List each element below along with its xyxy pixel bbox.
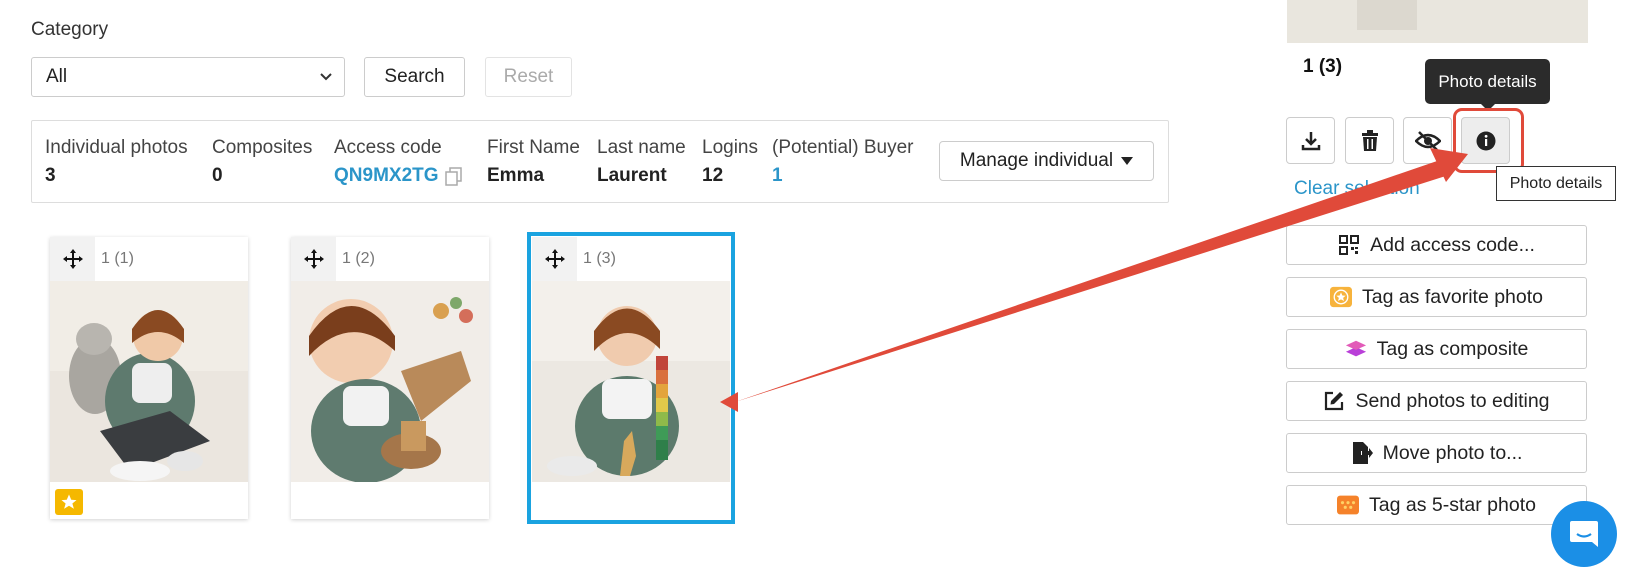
layers-icon xyxy=(1345,338,1367,360)
photo-details-tooltip: Photo details xyxy=(1425,59,1550,111)
move-photo-label: Move photo to... xyxy=(1382,441,1523,464)
individual-photos-stat: Individual photos 3 xyxy=(45,137,188,187)
logins-stat: Logins 12 xyxy=(702,137,758,187)
category-select-value: All xyxy=(46,66,68,87)
photo-thumbnail[interactable] xyxy=(50,281,248,482)
photo-details-native-tooltip: Photo details xyxy=(1496,166,1616,201)
chat-launcher-button[interactable] xyxy=(1551,501,1617,567)
access-code-stat: Access code QN9MX2TG xyxy=(334,137,465,187)
eye-slash-icon xyxy=(1414,130,1441,151)
individual-info-bar: Individual photos 3 Composites 0 Access … xyxy=(31,120,1169,203)
category-label: Category xyxy=(31,19,109,40)
chevron-down-icon xyxy=(320,73,332,81)
tag-five-star-label: Tag as 5-star photo xyxy=(1369,493,1536,516)
selected-photo-position: 1 (3) xyxy=(1303,56,1343,77)
access-code-value: QN9MX2TG xyxy=(334,165,465,187)
composites-stat: Composites 0 xyxy=(212,137,312,187)
favorite-badge-icon xyxy=(55,489,83,515)
tag-composite-label: Tag as composite xyxy=(1376,337,1529,360)
clear-selection-link[interactable]: Clear selection xyxy=(1294,178,1420,200)
reset-button[interactable]: Reset xyxy=(485,57,572,97)
add-access-code-label: Add access code... xyxy=(1370,233,1535,256)
logins-label: Logins xyxy=(702,137,758,158)
move-handle-icon[interactable] xyxy=(532,237,577,281)
chat-icon xyxy=(1570,521,1598,547)
copy-icon[interactable] xyxy=(443,165,465,187)
photo-thumbnail[interactable] xyxy=(532,281,730,482)
manage-individual-dropdown[interactable]: Manage individual xyxy=(939,141,1154,181)
selected-photo-preview xyxy=(1287,0,1588,43)
first-name-stat: First Name Emma xyxy=(487,137,580,187)
caret-down-icon xyxy=(1121,157,1134,165)
last-name-label: Last name xyxy=(597,137,686,158)
trash-icon xyxy=(1361,129,1378,151)
download-button[interactable] xyxy=(1286,117,1335,164)
individual-photos-value: 3 xyxy=(45,165,56,186)
photo-card-selected[interactable]: 1 (3) xyxy=(527,232,735,524)
move-handle-icon[interactable] xyxy=(50,237,95,281)
edit-icon xyxy=(1323,390,1345,412)
category-select[interactable]: All xyxy=(31,57,345,97)
download-icon xyxy=(1301,131,1320,150)
send-to-editing-label: Send photos to editing xyxy=(1355,389,1550,412)
move-photo-button[interactable]: Move photo to... xyxy=(1286,433,1587,473)
tag-favorite-label: Tag as favorite photo xyxy=(1361,285,1544,308)
search-button[interactable]: Search xyxy=(364,57,465,97)
move-file-icon xyxy=(1351,442,1373,464)
first-name-value: Emma xyxy=(487,165,545,186)
logins-value: 12 xyxy=(702,165,724,186)
photo-card[interactable]: 1 (1) xyxy=(50,237,248,519)
five-star-icon xyxy=(1337,494,1360,516)
photo-position: 1 (2) xyxy=(342,250,375,267)
photo-card[interactable]: 1 (2) xyxy=(291,237,489,519)
favorite-star-icon xyxy=(1329,286,1352,308)
manage-individual-label: Manage individual xyxy=(959,150,1114,171)
send-to-editing-button[interactable]: Send photos to editing xyxy=(1286,381,1587,421)
access-code-text[interactable]: QN9MX2TG xyxy=(334,165,439,186)
qr-code-icon xyxy=(1338,234,1360,256)
tag-favorite-button[interactable]: Tag as favorite photo xyxy=(1286,277,1587,317)
individual-photos-label: Individual photos xyxy=(45,137,188,158)
annotation-highlight xyxy=(1453,108,1524,173)
buyer-label: (Potential) Buyer xyxy=(772,137,914,158)
move-handle-icon[interactable] xyxy=(291,237,336,281)
access-code-label: Access code xyxy=(334,137,442,158)
photo-position: 1 (3) xyxy=(583,250,616,267)
add-access-code-button[interactable]: Add access code... xyxy=(1286,225,1587,265)
buyer-stat: (Potential) Buyer 1 xyxy=(772,137,914,187)
hide-button[interactable] xyxy=(1403,117,1452,164)
first-name-label: First Name xyxy=(487,137,580,158)
delete-button[interactable] xyxy=(1345,117,1394,164)
tag-composite-button[interactable]: Tag as composite xyxy=(1286,329,1587,369)
photo-thumbnail[interactable] xyxy=(291,281,489,482)
composites-value: 0 xyxy=(212,165,223,186)
last-name-stat: Last name Laurent xyxy=(597,137,686,187)
buyer-value[interactable]: 1 xyxy=(772,165,914,187)
tag-five-star-button[interactable]: Tag as 5-star photo xyxy=(1286,485,1587,525)
composites-label: Composites xyxy=(212,137,313,158)
photo-position: 1 (1) xyxy=(101,250,134,267)
last-name-value: Laurent xyxy=(597,165,667,186)
